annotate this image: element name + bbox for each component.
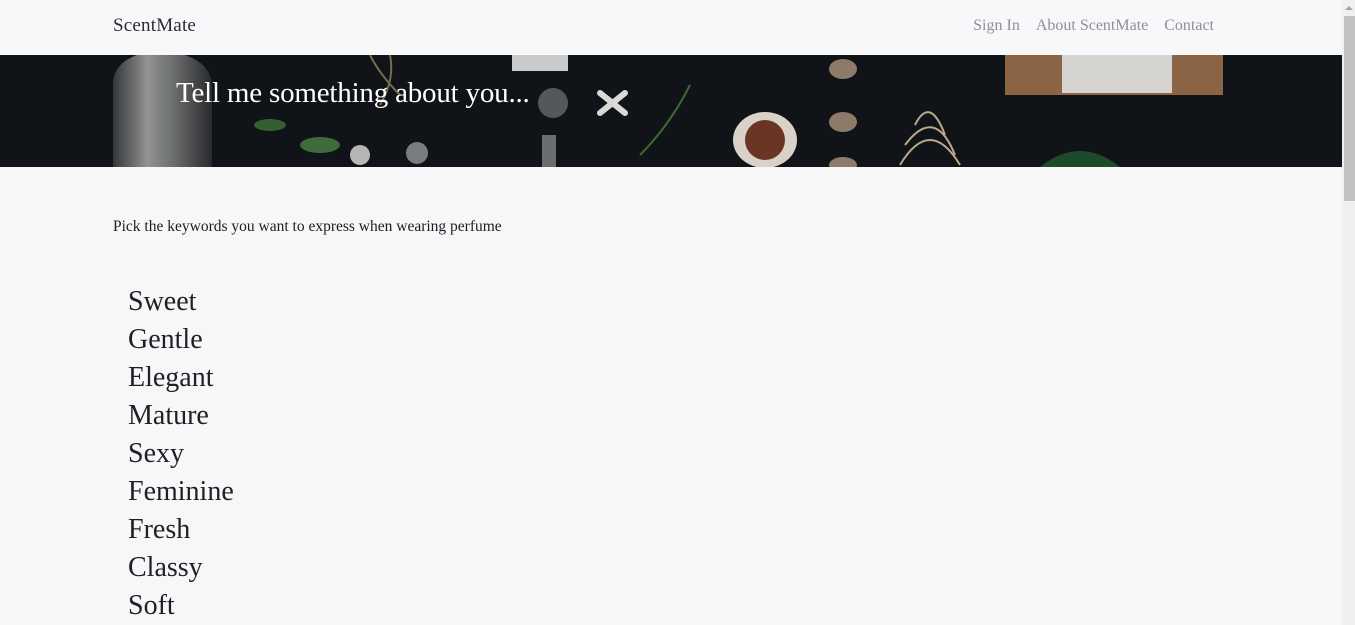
hero-background-image: [0, 55, 1342, 167]
hero-title: Tell me something about you...: [176, 77, 530, 109]
keyword-option-fresh[interactable]: Fresh: [128, 511, 234, 549]
keyword-option-feminine[interactable]: Feminine: [128, 473, 234, 511]
nav-links: Sign In About ScentMate Contact: [973, 17, 1214, 35]
vertical-scrollbar[interactable]: [1342, 0, 1355, 625]
brand-logo[interactable]: ScentMate: [113, 15, 196, 37]
keyword-option-soft[interactable]: Soft: [128, 587, 234, 625]
keyword-option-classy[interactable]: Classy: [128, 549, 234, 587]
nav-link-about[interactable]: About ScentMate: [1036, 17, 1148, 35]
keyword-option-gentle[interactable]: Gentle: [128, 321, 234, 359]
nav-link-sign-in[interactable]: Sign In: [973, 17, 1020, 35]
scroll-up-arrow-icon[interactable]: [1342, 0, 1355, 15]
keyword-picker: Pick the keywords you want to express wh…: [113, 218, 502, 621]
keyword-option-mature[interactable]: Mature: [128, 397, 234, 435]
page: ScentMate Sign In About ScentMate Contac…: [0, 0, 1342, 625]
keyword-option-elegant[interactable]: Elegant: [128, 359, 234, 397]
keyword-option-sexy[interactable]: Sexy: [128, 435, 234, 473]
navbar: ScentMate Sign In About ScentMate Contac…: [0, 0, 1342, 55]
scrollbar-thumb[interactable]: [1344, 16, 1355, 201]
prompt-text: Pick the keywords you want to express wh…: [113, 218, 502, 235]
keyword-option-sweet[interactable]: Sweet: [128, 283, 234, 321]
nav-link-contact[interactable]: Contact: [1164, 17, 1214, 35]
hero-banner: Tell me something about you...: [0, 55, 1342, 167]
keyword-list: Sweet Gentle Elegant Mature Sexy Feminin…: [128, 283, 234, 625]
